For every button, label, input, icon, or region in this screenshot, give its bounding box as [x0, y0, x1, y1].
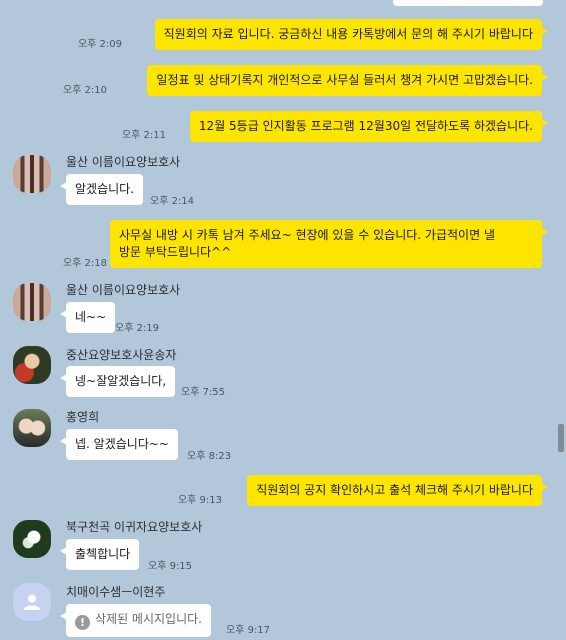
their-message-bubble[interactable]: 네~~	[59, 302, 116, 333]
avatar[interactable]	[13, 283, 51, 321]
sender-name: 치매이수샘ㅡ이현주	[66, 585, 166, 599]
my-message-bubble[interactable]: 직원회의 공지 확인하시고 출석 체크해 주시기 바랍니다	[247, 475, 548, 506]
my-message-bubble[interactable]: 12월 5등급 인지활동 프로그램 12월30일 전달하도록 하겠습니다.	[189, 111, 549, 142]
sender-name: 울산 이름이요양보호사	[66, 283, 181, 297]
their-message-bubble[interactable]: 넵. 알겠습니다~~	[60, 429, 178, 460]
sender-name: 울산 이름이요양보호사	[66, 155, 181, 169]
their-message-bubble[interactable]: 넹~잘알겠습니다,	[59, 366, 176, 397]
person-icon	[24, 594, 40, 610]
my-message-bubble[interactable]: 일정표 및 상태기록지 개인적으로 사무실 들러서 챙겨 가시면 고맙겠습니다.	[147, 65, 548, 96]
my-message-bubble[interactable]: 사무실 내방 시 카톡 남겨 주세요~ 현장에 있을 수 있습니다. 가급적이면…	[110, 220, 548, 268]
message-time: 오후 2:18	[62, 258, 107, 269]
message-line: 사무실 내방 시 카톡 남겨 주세요~ 현장에 있을 수 있습니다. 가급적이면…	[119, 228, 495, 242]
message-time: 오후 9:17	[226, 625, 271, 636]
default-avatar[interactable]	[13, 583, 51, 621]
avatar[interactable]	[13, 155, 51, 193]
sender-name: 북구천곡 이귀자요양보호사	[66, 520, 203, 534]
their-message-bubble[interactable]: 출첵합니다	[59, 539, 140, 570]
message-time: 오후 2:10	[62, 85, 107, 96]
my-message-bubble[interactable]: 직원회의 자료 입니다. 궁금하신 내용 카톡방에서 문의 해 주시기 바랍니다	[154, 19, 549, 50]
message-time: 오후 9:13	[177, 495, 222, 506]
deleted-message-text: 삭제된 메시지입니다.	[95, 612, 202, 626]
message-time: 오후 9:15	[148, 561, 193, 572]
avatar[interactable]	[13, 409, 51, 447]
deleted-warning-icon: !	[75, 615, 90, 630]
sender-name: 홍영희	[66, 410, 100, 424]
avatar[interactable]	[13, 346, 51, 384]
message-time: 오후 2:09	[77, 39, 122, 50]
sender-name: 중산요양보호사윤송자	[66, 348, 177, 362]
avatar[interactable]	[13, 520, 51, 558]
message-time: 오후 2:11	[121, 130, 166, 141]
previous-message-bubble[interactable]	[393, 0, 543, 6]
message-time: 오후 2:14	[150, 196, 195, 207]
message-time: 오후 7:55	[181, 387, 226, 398]
their-message-bubble[interactable]: 알겠습니다.	[59, 174, 144, 205]
message-time: 오후 2:19	[115, 323, 160, 334]
their-message-bubble[interactable]: ! 삭제된 메시지입니다.	[60, 604, 211, 637]
message-time: 오후 8:23	[187, 451, 232, 462]
scrollbar-thumb[interactable]	[558, 424, 564, 452]
message-line: 방문 부탁드립니다^^	[119, 245, 232, 259]
